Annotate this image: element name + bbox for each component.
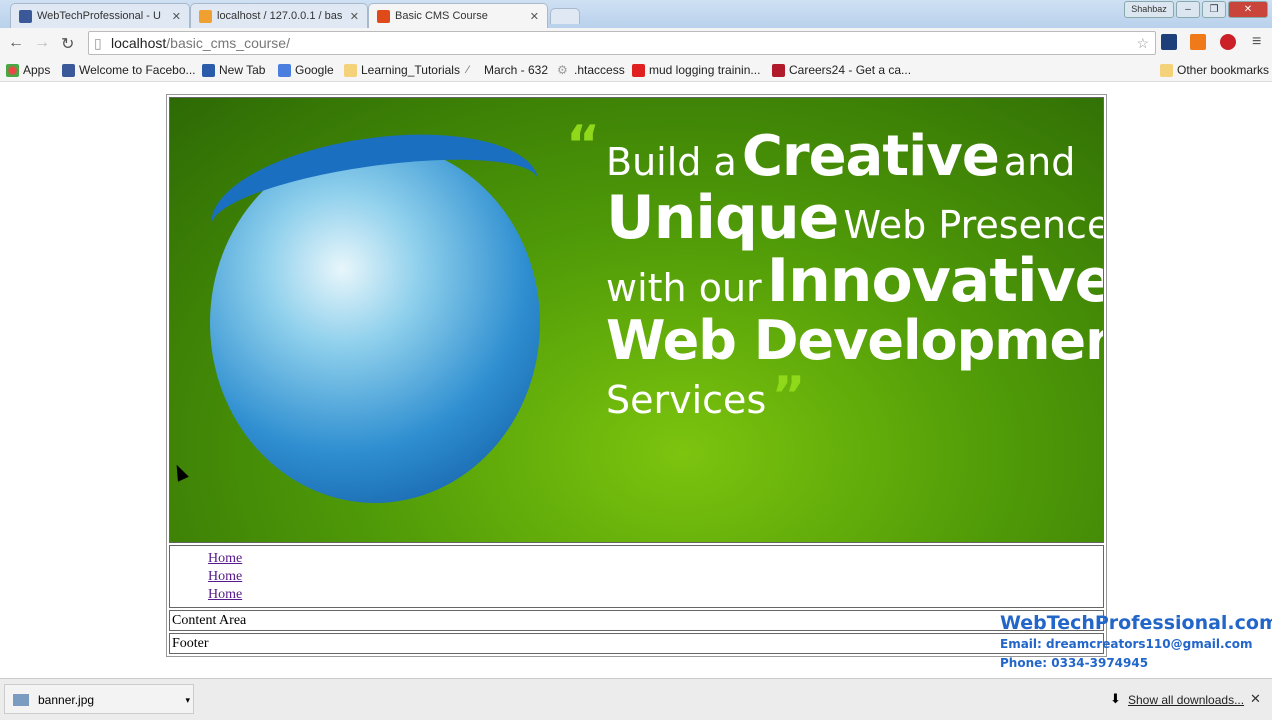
bookmark-label: Welcome to Facebo...: [79, 63, 196, 77]
banner-line: with our: [606, 265, 762, 310]
download-item[interactable]: banner.jpg ▾: [4, 684, 194, 714]
youtube-icon: [632, 63, 645, 77]
close-window-button[interactable]: ✕: [1228, 1, 1268, 18]
nav-link-home[interactable]: Home: [208, 550, 1103, 568]
minimize-button[interactable]: –: [1176, 1, 1200, 18]
banner-line: Web Development: [606, 308, 1104, 372]
watermark-phone: Phone: 0334-3974945: [1000, 656, 1149, 670]
title-bar: WebTechProfessional - U ✕ localhost / 127…: [0, 0, 1272, 28]
bookmark-htaccess[interactable]: ⚙ .htaccess: [557, 63, 625, 77]
bookmark-label: Learning_Tutorials: [361, 63, 460, 77]
apps-icon: [6, 63, 19, 77]
pinterest-icon[interactable]: [1220, 34, 1236, 50]
open-quote: “: [566, 115, 601, 175]
close-quote: ”: [771, 366, 806, 427]
tab-phpmyadmin[interactable]: localhost / 127.0.0.1 / bas ✕: [190, 3, 368, 28]
bookmark-mud-logging[interactable]: mud logging trainin...: [632, 63, 760, 77]
bookmark-label: Other bookmarks: [1177, 63, 1270, 77]
url-host: localhost: [111, 35, 167, 51]
dropdown-arrow-icon[interactable]: ▾: [185, 685, 190, 715]
bookmark-label: New Tab: [219, 63, 266, 77]
bookmark-careers24[interactable]: Careers24 - Get a ca...: [772, 63, 911, 77]
banner-line: Web Presence: [843, 202, 1104, 247]
yahoo-icon: [202, 63, 215, 77]
banner-line: Innovative: [766, 245, 1104, 316]
banner-text: “Build a Creative and Unique Web Presenc…: [566, 118, 1104, 427]
close-tab-icon[interactable]: ✕: [530, 10, 539, 23]
bookmark-label: March - 632: [484, 63, 549, 77]
banner-line: and: [1003, 140, 1076, 184]
back-icon[interactable]: ←: [8, 34, 24, 52]
extension-icon[interactable]: [1161, 34, 1177, 50]
tab-title: Basic CMS Course: [395, 10, 488, 22]
bookmark-label: Careers24 - Get a ca...: [789, 63, 912, 77]
bookmark-march[interactable]: ⁄ March - 632: [467, 63, 548, 77]
bookmark-new-tab[interactable]: New Tab: [202, 63, 265, 77]
facebook-icon: [62, 63, 75, 77]
bookmarks-bar: Apps Welcome to Facebo... New Tab Google…: [0, 58, 1272, 82]
url-path: /basic_cms_course/: [166, 35, 290, 51]
footer: Footer: [169, 633, 1104, 654]
bookmark-google[interactable]: Google: [278, 63, 334, 77]
watermark-site: WebTechProfessional.com: [1000, 612, 1272, 634]
new-tab-button[interactable]: [550, 8, 580, 24]
show-all-downloads-link[interactable]: Show all downloads...: [1128, 693, 1244, 707]
forward-icon[interactable]: →: [34, 34, 50, 52]
nav-menu: Home Home Home: [169, 545, 1104, 608]
banner-line: Services: [606, 378, 767, 423]
download-bar: banner.jpg ▾ ⬇ Show all downloads... ✕: [0, 678, 1272, 720]
address-bar[interactable]: ▯ localhost/basic_cms_course/ ☆: [88, 31, 1156, 55]
close-tab-icon[interactable]: ✕: [350, 10, 359, 23]
gear-icon: ⚙: [557, 62, 568, 77]
banner-line: Build a: [606, 140, 737, 184]
careers24-icon: [772, 63, 785, 77]
bookmark-label: Google: [295, 63, 334, 77]
page-wrapper: “Build a Creative and Unique Web Presenc…: [166, 94, 1107, 657]
download-filename: banner.jpg: [38, 693, 95, 707]
folder-icon: [1160, 63, 1173, 77]
close-download-bar-icon[interactable]: ✕: [1250, 691, 1261, 707]
restore-button[interactable]: ❐: [1202, 1, 1226, 18]
close-tab-icon[interactable]: ✕: [172, 10, 181, 23]
star-icon[interactable]: ☆: [1136, 32, 1149, 54]
toolbar: ← → ↻ ▯ localhost/basic_cms_course/ ☆: [0, 28, 1272, 58]
analytics-extension-icon[interactable]: [1190, 34, 1206, 50]
banner-line: Creative: [741, 124, 1000, 189]
phpmyadmin-icon: [199, 9, 212, 23]
menu-icon[interactable]: ≡: [1252, 34, 1268, 50]
other-bookmarks[interactable]: Other bookmarks: [1160, 63, 1269, 77]
watermark: WebTechProfessional.com Email: dreamcrea…: [1000, 612, 1272, 670]
reload-icon[interactable]: ↻: [61, 34, 74, 54]
profile-button[interactable]: Shahbaz: [1124, 1, 1174, 18]
page-icon: [377, 9, 390, 23]
bookmark-label: Apps: [23, 63, 51, 77]
nav-link-home[interactable]: Home: [208, 586, 1103, 604]
bookmark-label: .htaccess: [574, 63, 625, 77]
banner-image: “Build a Creative and Unique Web Presenc…: [169, 97, 1104, 543]
tab-title: localhost / 127.0.0.1 / bas: [217, 10, 343, 22]
bookmark-label: mud logging trainin...: [649, 63, 761, 77]
page-icon: ▯: [94, 35, 102, 51]
tab-webtechprofessional[interactable]: WebTechProfessional - U ✕: [10, 3, 190, 28]
tab-basic-cms-course[interactable]: Basic CMS Course ✕: [368, 3, 548, 28]
folder-icon: [344, 63, 357, 77]
facebook-icon: [19, 9, 32, 23]
google-icon: [278, 63, 291, 77]
download-arrow-icon: ⬇: [1110, 691, 1121, 706]
bookmark-facebook[interactable]: Welcome to Facebo...: [62, 63, 196, 77]
pen-icon: ⁄: [467, 63, 469, 76]
content-area: Content Area: [169, 610, 1104, 631]
nav-link-home[interactable]: Home: [208, 568, 1103, 586]
bookmark-learning-tutorials[interactable]: Learning_Tutorials: [344, 63, 460, 77]
watermark-email: Email: dreamcreators110@gmail.com: [1000, 637, 1253, 651]
image-file-icon: [13, 694, 29, 706]
banner-line: Unique: [606, 182, 839, 253]
tab-title: WebTechProfessional - U: [37, 10, 161, 22]
bookmark-apps[interactable]: Apps: [6, 63, 50, 77]
